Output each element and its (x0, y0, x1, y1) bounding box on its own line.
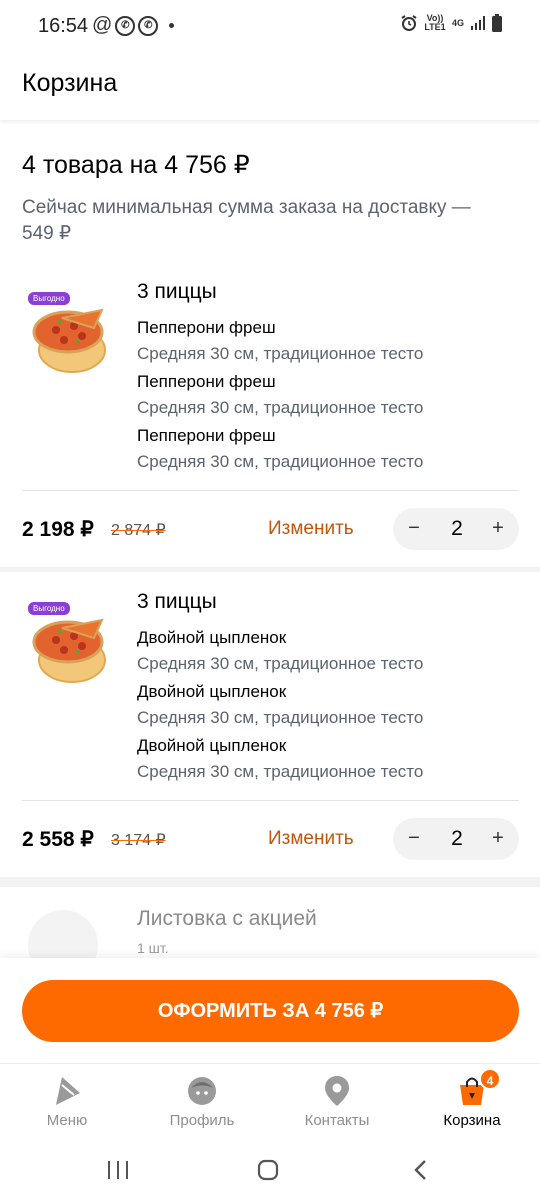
location-pin-icon (282, 1074, 392, 1108)
item-line-name: Двойной цыпленок (137, 628, 287, 647)
increase-quantity-button[interactable]: + (488, 517, 508, 540)
page-title: Корзина (22, 69, 118, 97)
item-line-desc: Средняя 30 см, традиционное тесто (137, 452, 424, 471)
min-order-notice: Сейчас минимальная сумма заказа на доста… (22, 197, 471, 244)
item-title: 3 пиццы (137, 590, 217, 613)
quantity-value: 2 (451, 517, 463, 540)
status-bar: 16:54 @ ✆ ✆ Vo)) LTE1 4G (0, 0, 540, 52)
status-time: 16:54 (38, 15, 89, 37)
tab-label: Меню (46, 1112, 88, 1129)
cart-count-badge: 4 (479, 1068, 501, 1090)
home-button[interactable] (248, 1155, 288, 1185)
item-line-name: Двойной цыпленок (137, 736, 287, 755)
decrease-quantity-button[interactable]: − (404, 827, 424, 850)
promo-badge: Выгодно (28, 602, 70, 615)
back-button[interactable] (400, 1155, 440, 1185)
item-line-name: Пепперони фреш (137, 426, 276, 445)
tab-cart[interactable]: 4 Корзина (417, 1068, 527, 1129)
quantity-stepper: − 2 + (393, 508, 519, 550)
tab-contacts[interactable]: Контакты (282, 1074, 392, 1129)
edit-item-button[interactable]: Изменить (268, 518, 354, 540)
item-old-price: 3 174 ₽ (111, 832, 166, 849)
viber-icon: ✆ (115, 15, 136, 36)
divider (22, 490, 519, 491)
volte-icon: Vo)) LTE1 (424, 13, 446, 32)
checkout-bar: ОФОРМИТЬ ЗА 4 756 ₽ (0, 958, 540, 1064)
tab-profile[interactable]: Профиль (147, 1074, 257, 1129)
item-price: 2 558 ₽ (22, 828, 94, 851)
increase-quantity-button[interactable]: + (488, 827, 508, 850)
battery-icon (492, 14, 502, 32)
promo-title: Листовка с акцией (137, 907, 317, 930)
quantity-value: 2 (451, 827, 463, 850)
item-line-desc: Средняя 30 см, традиционное тесто (137, 654, 424, 673)
status-notification-icons: @ ✆ ✆ (92, 14, 175, 37)
bottom-tab-bar: Меню Профиль Контакты 4 Корзина (0, 1063, 540, 1141)
item-line-name: Двойной цыпленок (137, 682, 287, 701)
cart-item: Выгодно 3 пиццы Двойной цыпленок Средняя… (0, 572, 540, 877)
alarm-icon (400, 14, 418, 32)
item-title: 3 пиццы (137, 280, 217, 303)
cart-item: Выгодно 3 пиццы Пепперони фреш Средняя 3… (0, 262, 540, 567)
system-navigation-bar (0, 1141, 540, 1200)
item-line-name: Пепперони фреш (137, 318, 276, 337)
divider (22, 800, 519, 801)
tab-menu[interactable]: Меню (12, 1074, 122, 1129)
edit-item-button[interactable]: Изменить (268, 828, 354, 850)
item-line-desc: Средняя 30 см, традиционное тесто (137, 398, 424, 417)
item-line-name: Пепперони фреш (137, 372, 276, 391)
recent-apps-button[interactable] (98, 1155, 138, 1185)
status-system-icons: Vo)) LTE1 4G (400, 14, 502, 32)
tab-label: Контакты (304, 1112, 370, 1129)
more-notifications-dot-icon (169, 23, 175, 28)
tab-label: Профиль (169, 1112, 235, 1129)
profile-face-icon (147, 1074, 257, 1108)
menu-slice-icon (12, 1074, 122, 1108)
promo-badge: Выгодно (28, 292, 70, 305)
item-old-price: 2 874 ₽ (111, 522, 166, 539)
app-header: Корзина (0, 52, 540, 120)
pizza-combo-image: Выгодно (22, 288, 108, 378)
promo-quantity: 1 шт. (137, 940, 169, 956)
tab-label: Корзина (443, 1112, 501, 1129)
checkout-button[interactable]: ОФОРМИТЬ ЗА 4 756 ₽ (22, 980, 519, 1042)
viber-icon: ✆ (138, 15, 159, 36)
item-line-desc: Средняя 30 см, традиционное тесто (137, 708, 424, 727)
pizza-combo-image: Выгодно (22, 598, 108, 688)
decrease-quantity-button[interactable]: − (404, 517, 424, 540)
cart-bag-icon: 4 (417, 1068, 527, 1108)
signal-icon (470, 16, 486, 30)
item-price: 2 198 ₽ (22, 518, 94, 541)
item-line-desc: Средняя 30 см, традиционное тесто (137, 762, 424, 781)
at-sign-icon: @ (92, 14, 113, 36)
item-line-desc: Средняя 30 см, традиционное тесто (137, 344, 424, 363)
network-type-icon: 4G (451, 17, 464, 28)
cart-summary-title: 4 товара на 4 756 ₽ (22, 151, 250, 179)
quantity-stepper: − 2 + (393, 818, 519, 860)
